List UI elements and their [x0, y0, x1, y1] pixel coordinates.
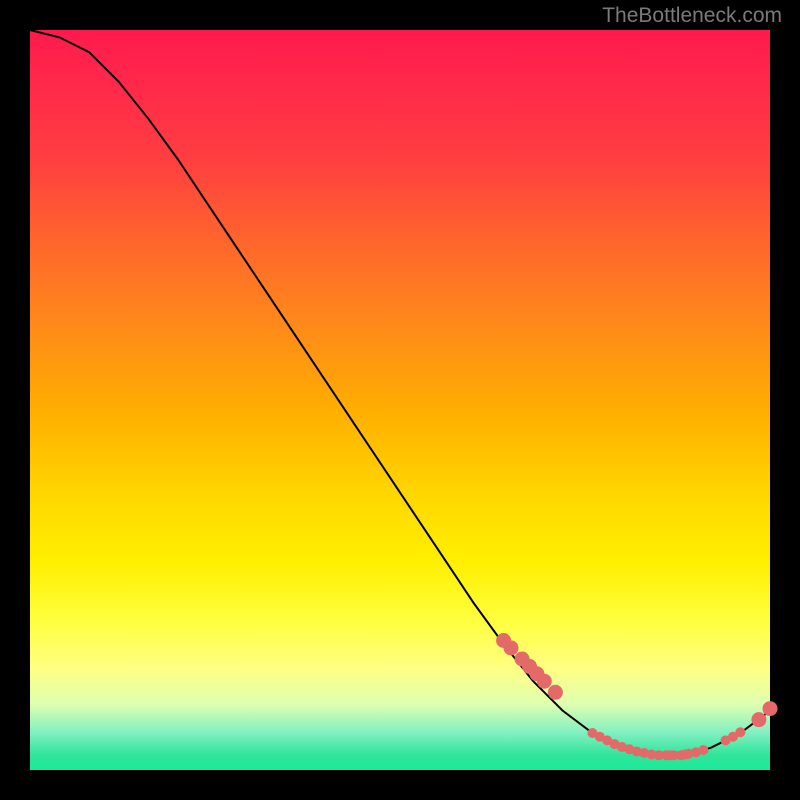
data-point: [537, 674, 552, 689]
bottleneck-curve: [30, 30, 770, 755]
chart-container: TheBottleneck.com: [0, 0, 800, 800]
data-point: [548, 685, 563, 700]
plot-area: [30, 30, 770, 770]
chart-svg: [30, 30, 770, 770]
data-point: [698, 745, 708, 755]
watermark-text: TheBottleneck.com: [602, 4, 782, 28]
data-points-large: [496, 633, 777, 727]
data-point: [735, 727, 745, 737]
data-point: [751, 712, 766, 727]
data-point: [763, 701, 778, 716]
data-points-small: [587, 727, 745, 760]
data-point: [504, 640, 519, 655]
